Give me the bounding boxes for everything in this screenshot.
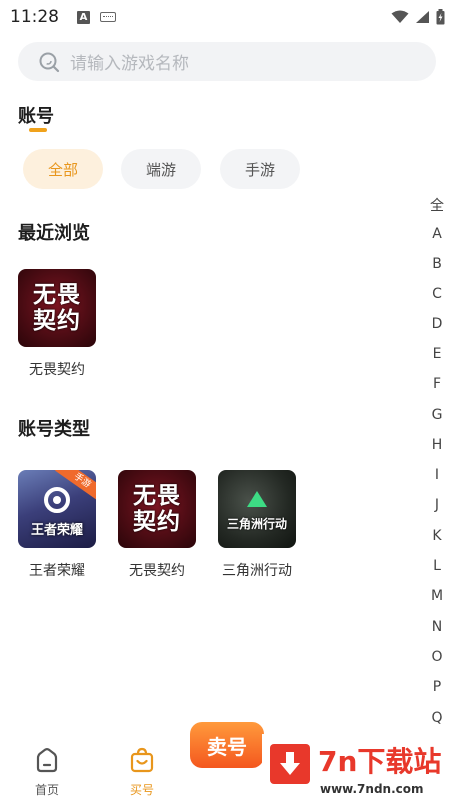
index-letter[interactable]: O xyxy=(419,649,455,665)
game-logo-text: 王者荣耀 xyxy=(30,522,83,538)
game-thumbnail: 无畏契约 xyxy=(118,470,196,548)
sell-button[interactable]: 卖号 xyxy=(190,722,264,768)
game-card-sjz[interactable]: 三角洲行动 三角洲行动 xyxy=(212,470,302,580)
index-letter[interactable]: Q xyxy=(419,710,455,726)
cellular-signal-icon xyxy=(416,11,429,23)
watermark-title: 7n下载站 xyxy=(318,745,442,778)
index-letter[interactable]: L xyxy=(419,558,455,574)
index-letter[interactable]: I xyxy=(419,467,455,483)
index-letter[interactable]: N xyxy=(419,619,455,635)
game-card-wuwei[interactable]: 无畏契约 无畏契约 xyxy=(112,470,202,580)
tab-mobile-games[interactable]: 手游 xyxy=(220,149,300,189)
game-thumbnail: 三角洲行动 xyxy=(218,470,296,548)
status-time: 11:28 xyxy=(10,7,59,27)
watermark-url: www.7ndn.com xyxy=(320,782,424,796)
nav-buy[interactable]: 买号 xyxy=(112,746,172,798)
search-icon xyxy=(39,52,60,72)
index-letter[interactable]: E xyxy=(419,346,455,362)
index-letter[interactable]: C xyxy=(419,286,455,302)
nav-home-label: 首页 xyxy=(34,783,59,797)
recent-title: 最近浏览 xyxy=(18,223,90,244)
watermark: 7n下载站 www.7ndn.com xyxy=(262,734,455,808)
status-indicators xyxy=(391,9,445,25)
types-title: 账号类型 xyxy=(18,419,90,440)
home-icon xyxy=(36,748,58,773)
download-icon xyxy=(270,744,310,784)
game-name: 王者荣耀 xyxy=(29,563,85,579)
index-letter[interactable]: 全 xyxy=(419,195,455,215)
index-letter[interactable]: G xyxy=(419,407,455,423)
index-letter[interactable]: F xyxy=(419,376,455,392)
keyboard-icon xyxy=(100,12,116,22)
index-letter[interactable]: D xyxy=(419,316,455,332)
tab-all[interactable]: 全部 xyxy=(23,149,103,189)
search-input[interactable]: 请输入游戏名称 xyxy=(18,42,436,81)
index-letter[interactable]: B xyxy=(419,256,455,272)
account-title: 账号 xyxy=(18,106,54,127)
game-thumbnail: 无畏契约 xyxy=(18,269,96,347)
recent-game-card[interactable]: 无畏契约 无畏契约 xyxy=(12,269,102,379)
game-emblem-icon xyxy=(247,490,267,507)
game-emblem-icon xyxy=(44,486,70,513)
index-letter[interactable]: A xyxy=(419,226,455,242)
game-name: 三角洲行动 xyxy=(222,563,292,579)
game-name: 无畏契约 xyxy=(129,563,185,579)
index-letter[interactable]: M xyxy=(419,588,455,604)
shopping-bag-icon xyxy=(130,747,154,773)
index-letter[interactable]: P xyxy=(419,679,455,695)
wifi-icon xyxy=(391,10,409,23)
game-thumbnail: 手游 王者荣耀 xyxy=(18,470,96,548)
status-bar: 11:28 A xyxy=(0,0,455,34)
index-letter[interactable]: K xyxy=(419,528,455,544)
nav-home[interactable]: 首页 xyxy=(17,746,77,798)
game-logo-text: 三角洲行动 xyxy=(226,516,287,531)
tab-pc-games[interactable]: 端游 xyxy=(121,149,201,189)
game-logo-text: 无畏契约 xyxy=(133,483,181,535)
nav-buy-label: 买号 xyxy=(129,783,154,797)
battery-icon xyxy=(436,9,445,25)
alphabet-index[interactable]: 全 A B C D E F G H I J K L M N O P Q xyxy=(419,195,455,735)
game-card-wzry[interactable]: 手游 王者荣耀 王者荣耀 xyxy=(12,470,102,580)
game-logo-text: 无畏契约 xyxy=(33,282,81,334)
game-name: 无畏契约 xyxy=(29,362,85,378)
index-letter[interactable]: J xyxy=(419,497,455,513)
search-placeholder: 请输入游戏名称 xyxy=(70,54,189,74)
status-a-icon: A xyxy=(77,10,90,24)
index-letter[interactable]: H xyxy=(419,437,455,453)
title-underline xyxy=(29,128,47,132)
